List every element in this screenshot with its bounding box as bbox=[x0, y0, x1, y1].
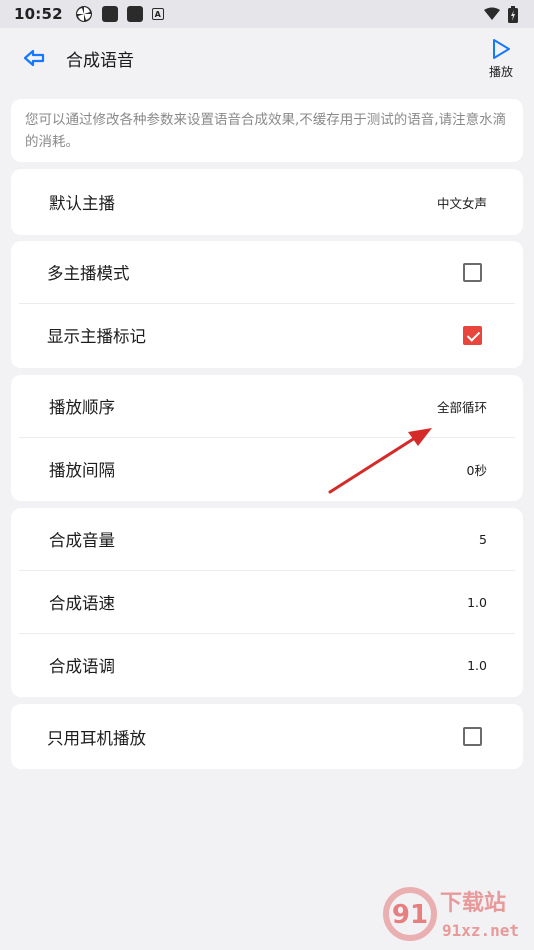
setting-row-pitch[interactable]: 合成语调 1.0 bbox=[11, 634, 523, 696]
setting-row-default-anchor[interactable]: 默认主播 中文女声 bbox=[11, 169, 523, 235]
watermark-logo: 91 下载站 91xz.net bbox=[383, 887, 519, 941]
multi-anchor-checkbox[interactable] bbox=[463, 262, 482, 282]
status-bar: 10:52 A bbox=[0, 0, 534, 28]
setting-row-multi-anchor[interactable]: 多主播模式 bbox=[11, 241, 523, 303]
play-label: 播放 bbox=[488, 65, 513, 79]
play-icon bbox=[493, 39, 510, 59]
setting-row-speed[interactable]: 合成语速 1.0 bbox=[11, 571, 523, 633]
volume-label: 合成音量 bbox=[49, 531, 115, 550]
watermark-url: 91xz.net bbox=[442, 921, 519, 940]
status-icons-left: A bbox=[75, 5, 164, 23]
setting-row-play-order[interactable]: 播放顺序 全部循环 bbox=[11, 375, 523, 437]
earphone-card: 只用耳机播放 bbox=[11, 704, 523, 769]
play-interval-value: 0秒 bbox=[466, 462, 487, 478]
wifi-icon bbox=[484, 7, 500, 20]
multi-anchor-label: 多主播模式 bbox=[47, 264, 130, 283]
notice-text: 您可以通过修改各种参数来设置语音合成效果,不缓存用于测试的语音,请注意水滴的消耗… bbox=[25, 112, 507, 150]
back-arrow-icon bbox=[23, 49, 45, 67]
default-anchor-label: 默认主播 bbox=[49, 194, 115, 213]
show-anchor-mark-checkbox[interactable] bbox=[463, 325, 482, 345]
notice-card: 您可以通过修改各种参数来设置语音合成效果,不缓存用于测试的语音,请注意水滴的消耗… bbox=[11, 99, 523, 162]
square-icon bbox=[101, 6, 118, 22]
show-anchor-mark-label: 显示主播标记 bbox=[47, 327, 146, 346]
app-header: 合成语音 播放 bbox=[0, 28, 534, 88]
play-button[interactable]: 播放 bbox=[484, 38, 518, 84]
default-anchor-value: 中文女声 bbox=[436, 195, 487, 211]
battery-icon bbox=[508, 5, 518, 23]
pitch-label: 合成语调 bbox=[49, 657, 115, 676]
status-time: 10:52 bbox=[14, 5, 63, 23]
text-a-icon: A bbox=[151, 8, 164, 20]
anchor-card: 默认主播 中文女声 bbox=[11, 169, 523, 235]
setting-row-earphone-only[interactable]: 只用耳机播放 bbox=[11, 704, 523, 769]
svg-text:91: 91 bbox=[392, 900, 428, 930]
pinwheel-icon bbox=[75, 6, 92, 22]
play-interval-label: 播放间隔 bbox=[49, 461, 115, 480]
pitch-value: 1.0 bbox=[467, 657, 487, 673]
earphone-only-label: 只用耳机播放 bbox=[47, 728, 146, 748]
status-icons-right bbox=[484, 5, 518, 23]
playback-card: 播放顺序 全部循环 播放间隔 0秒 bbox=[11, 375, 523, 501]
watermark-cn: 下载站 bbox=[440, 890, 506, 916]
back-button[interactable] bbox=[20, 44, 48, 72]
setting-row-show-anchor-mark[interactable]: 显示主播标记 bbox=[11, 304, 523, 366]
setting-row-volume[interactable]: 合成音量 5 bbox=[11, 508, 523, 570]
anchor-options-card: 多主播模式 显示主播标记 bbox=[11, 241, 523, 368]
volume-value: 5 bbox=[479, 531, 487, 547]
play-order-label: 播放顺序 bbox=[49, 398, 115, 417]
speed-value: 1.0 bbox=[467, 594, 487, 610]
page-title: 合成语音 bbox=[66, 51, 134, 71]
play-order-value: 全部循环 bbox=[436, 399, 487, 415]
square-icon bbox=[126, 6, 143, 22]
setting-row-play-interval[interactable]: 播放间隔 0秒 bbox=[11, 438, 523, 500]
speed-label: 合成语速 bbox=[49, 594, 115, 613]
earphone-only-checkbox[interactable] bbox=[463, 727, 482, 746]
voice-params-card: 合成音量 5 合成语速 1.0 合成语调 1.0 bbox=[11, 508, 523, 697]
